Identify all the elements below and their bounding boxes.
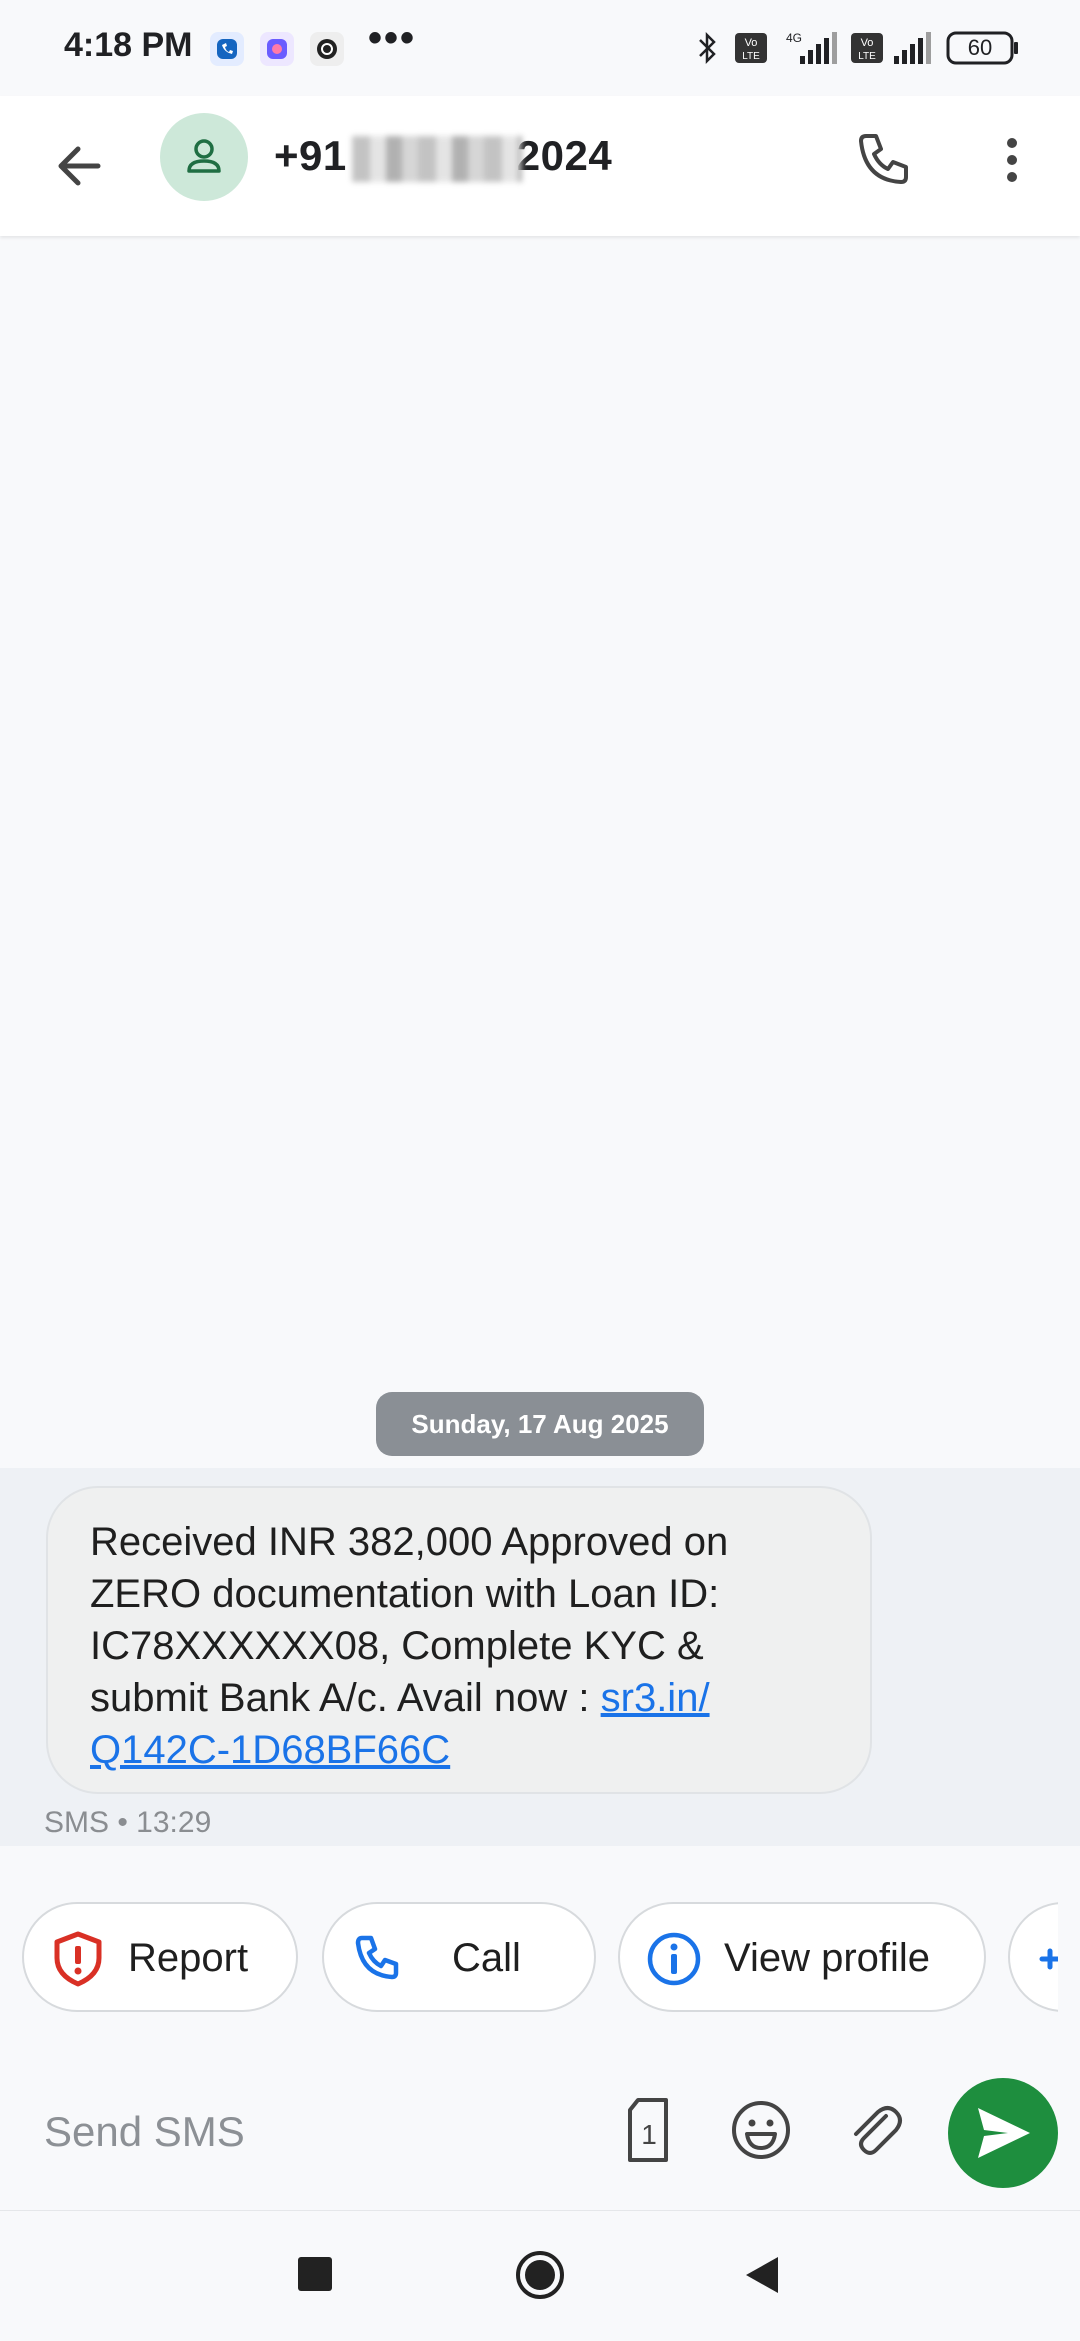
top-app-bar: +91 2024 (0, 96, 1080, 236)
chip-row-fade (1058, 1896, 1080, 2018)
svg-text:4G: 4G (786, 31, 802, 45)
svg-text:LTE: LTE (742, 51, 760, 62)
battery-icon: 60 (946, 30, 1020, 66)
call-chip[interactable]: Call (322, 1902, 596, 2012)
home-icon (516, 2251, 564, 2299)
person-icon (187, 139, 221, 173)
sim-icon: 1 (628, 2098, 668, 2162)
sim-select-button[interactable]: 1 (616, 2092, 686, 2168)
phone-icon (355, 1935, 399, 1980)
recents-button[interactable] (298, 2257, 332, 2291)
phone-icon (859, 134, 908, 184)
message-bubble[interactable]: Received INR 382,000 Approved on ZERO do… (46, 1486, 872, 1794)
report-chip-label: Report (128, 1936, 249, 1980)
volte-icon: Vo LTE (850, 30, 884, 66)
call-chip-label: Call (452, 1936, 521, 1980)
more-notifications-icon: ••• (368, 16, 417, 60)
signal-icon (890, 30, 934, 66)
svg-text:LTE: LTE (858, 51, 876, 62)
volte-icon: Vo LTE (734, 30, 768, 66)
view-profile-chip[interactable]: View profile (618, 1902, 986, 2012)
svg-text:Vo: Vo (861, 37, 874, 49)
back-nav-button[interactable] (742, 2253, 782, 2297)
back-triangle-icon (746, 2257, 778, 2293)
call-button[interactable] (842, 120, 922, 200)
emoji-button[interactable] (726, 2092, 796, 2168)
date-divider: Sunday, 17 Aug 2025 (376, 1392, 704, 1456)
more-options-button[interactable] (990, 120, 1034, 200)
attach-button[interactable] (838, 2092, 908, 2168)
shield-alert-icon (54, 1931, 102, 1987)
signal-4g-icon: 4G (778, 30, 838, 66)
attach-icon (854, 2106, 902, 2155)
bluetooth-icon (696, 30, 720, 66)
report-chip[interactable]: Report (22, 1902, 298, 2012)
svg-text:Vo: Vo (745, 37, 758, 49)
message-meta: SMS • 13:29 (44, 1806, 212, 1839)
emoji-icon (732, 2101, 790, 2159)
message-text: Received INR 382,000 Approved on ZERO do… (90, 1516, 830, 1776)
navigation-bar (0, 2210, 1080, 2341)
info-icon (647, 1932, 701, 1986)
sim-number: 1 (641, 2119, 657, 2150)
send-button[interactable] (948, 2078, 1058, 2188)
contact-number-prefix: +91 (274, 132, 347, 179)
home-button[interactable] (514, 2249, 566, 2301)
contact-number-suffix: 2024 (516, 132, 613, 179)
status-time: 4:18 PM (64, 26, 193, 64)
redaction-blur (352, 136, 522, 182)
arrow-left-icon (58, 146, 101, 186)
truecaller-icon (210, 32, 244, 66)
back-button[interactable] (40, 126, 120, 206)
battery-level: 60 (967, 35, 993, 60)
more-vert-icon (1007, 138, 1017, 182)
send-icon (978, 2108, 1030, 2158)
sms-input[interactable]: Send SMS (44, 2108, 245, 2156)
gallery-icon (260, 32, 294, 66)
view-profile-chip-label: View profile (724, 1936, 931, 1980)
contact-avatar[interactable] (160, 113, 248, 201)
app-icon (310, 32, 344, 66)
